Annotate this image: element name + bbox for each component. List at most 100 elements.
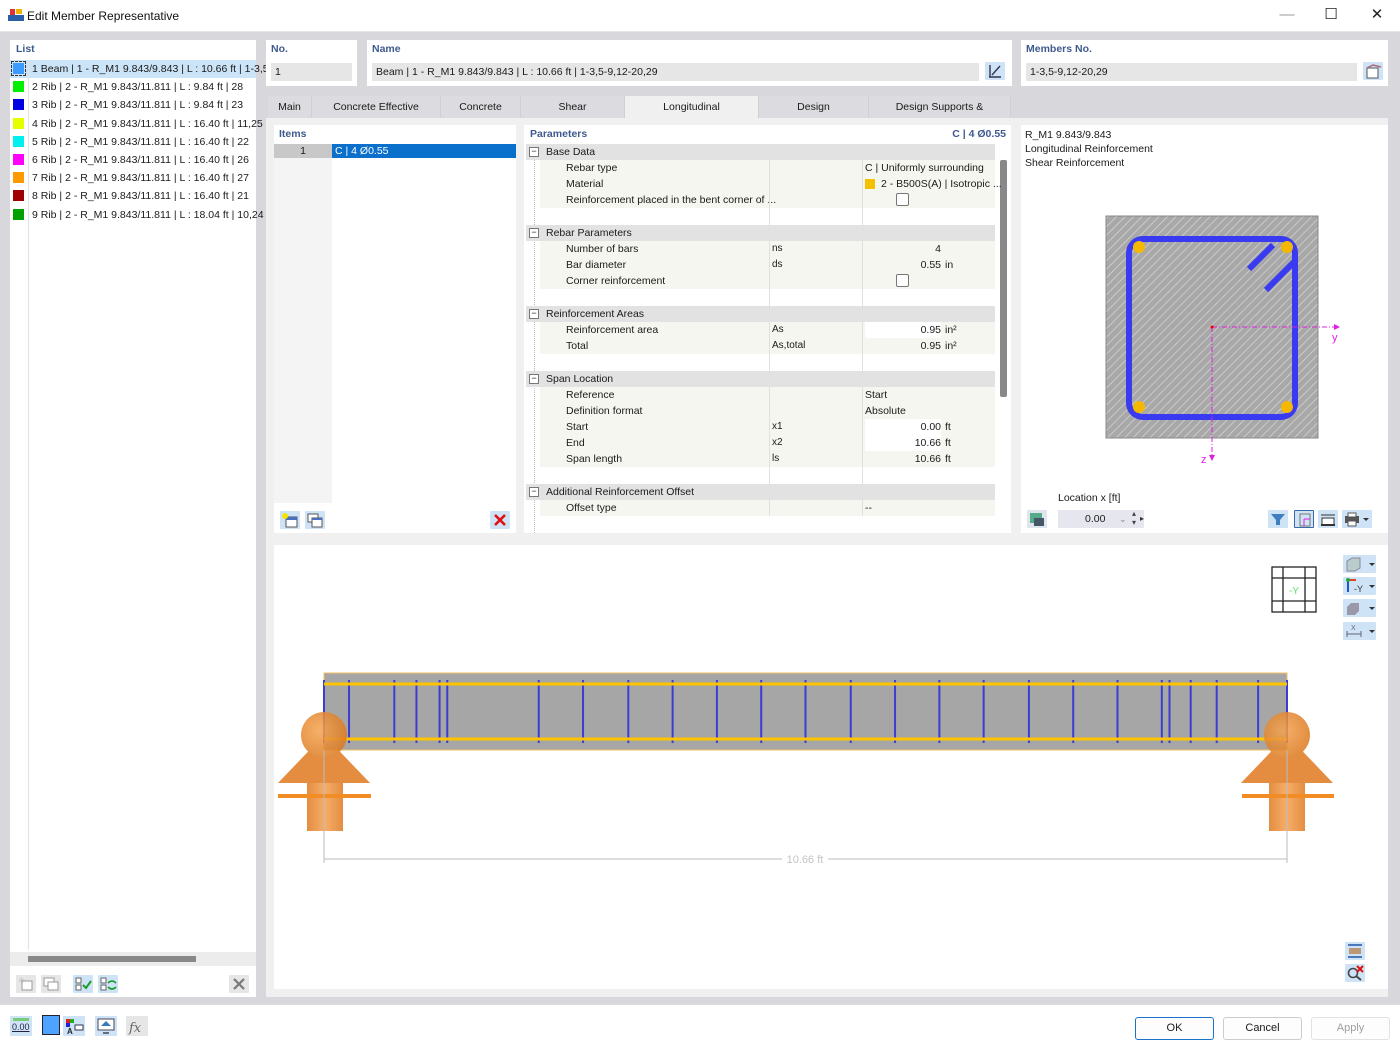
end-unit: ft [945,437,951,449]
row-rebar-type[interactable]: Rebar type C | Uniformly surrounding [540,160,995,177]
cancel-button[interactable]: Cancel [1223,1017,1302,1040]
material-value[interactable]: 2 - B500S(A) | Isotropic ... [881,176,1002,192]
units-label: 0.00 [12,1022,30,1032]
group-span-location[interactable]: − Span Location [526,371,995,387]
bar-diameter-value[interactable]: 0.55 [865,257,941,273]
view-direction-button[interactable]: -Y [1343,577,1376,595]
collapse-icon[interactable]: − [529,228,539,238]
row-reference[interactable]: Reference Start [540,387,995,404]
list-item[interactable]: 7 Rib | 2 - R_M1 9.843/11.811 | L : 16.4… [10,169,256,187]
location-next-icon[interactable]: ▸ [1140,510,1144,528]
offset-type-value[interactable]: -- [865,500,872,516]
check-all-button[interactable] [73,975,93,993]
list-item[interactable]: 8 Rib | 2 - R_M1 9.843/11.811 | L : 16.4… [10,187,256,205]
apply-button[interactable]: Apply [1311,1017,1390,1040]
list-item[interactable]: 1 Beam | 1 - R_M1 9.843/9.843 | L : 10.6… [10,60,269,79]
corner-reinforcement-checkbox[interactable] [896,274,909,287]
row-span-length[interactable]: Span length ls 10.66 ft [540,451,995,468]
section-view-button[interactable] [1027,510,1047,528]
row-offset-type[interactable]: Offset type -- [540,500,995,517]
row-start[interactable]: Start x1 0.00 ft [540,419,995,436]
row-bent-corner[interactable]: Reinforcement placed in the bent corner … [540,192,995,209]
new-rebar-button[interactable] [280,511,300,529]
list-item[interactable]: 4 Rib | 2 - R_M1 9.843/11.811 | L : 16.4… [10,115,263,133]
list-item[interactable]: 3 Rib | 2 - R_M1 9.843/11.811 | L : 9.84… [10,96,256,114]
group-title: Reinforcement Areas [546,308,645,320]
end-value[interactable]: 10.66 [865,435,941,451]
reference-value[interactable]: Start [865,387,887,403]
tab-design-supports-deflection[interactable]: Design Supports & Deflection [869,96,1011,135]
definition-format-value[interactable]: Absolute [865,403,906,419]
ok-button[interactable]: OK [1135,1017,1214,1040]
tab-design-configurations[interactable]: Design Configurations [759,96,869,135]
list-item[interactable]: 9 Rib | 2 - R_M1 9.843/11.811 | L : 18.0… [10,206,264,224]
bent-corner-checkbox[interactable] [896,193,909,206]
start-value[interactable]: 0.00 [865,419,941,435]
row-end[interactable]: End x2 10.66 ft [540,435,995,452]
copy-rebar-button[interactable] [305,511,325,529]
location-spinner-icon[interactable]: ▴ ▾ [1132,509,1136,527]
view-3d-button[interactable] [1343,555,1376,573]
tab-concrete-cover[interactable]: Concrete Cover [441,96,521,135]
row-material[interactable]: Material 2 - B500S(A) | Isotropic ... [540,176,1002,193]
show-axes-button[interactable] [1294,510,1314,528]
view-cube[interactable]: -Y [1271,566,1317,613]
scrollbar-thumb[interactable] [28,956,196,962]
delete-rebar-button[interactable] [490,511,510,529]
number-of-bars-value[interactable]: 4 [865,241,941,257]
edit-name-button[interactable] [985,62,1005,80]
reset-zoom-button[interactable] [1345,964,1365,982]
toggle-check-button[interactable] [98,975,118,993]
group-reinforcement-areas[interactable]: − Reinforcement Areas [526,306,995,322]
list-item[interactable]: 5 Rib | 2 - R_M1 9.843/11.811 | L : 16.4… [10,133,256,151]
select-members-button[interactable] [1363,62,1383,80]
dimension-display-button[interactable]: X [1343,622,1376,640]
display-properties-button[interactable]: A [63,1016,85,1036]
close-button[interactable]: ✕ [1354,4,1400,28]
view-settings-button[interactable] [1345,942,1365,960]
dimensions-button[interactable] [1318,510,1338,528]
collapse-icon[interactable]: − [529,147,539,157]
maximize-button[interactable]: ☐ [1308,4,1354,28]
no-field[interactable]: 1 [271,63,352,81]
delete-list-item-button[interactable] [229,975,249,993]
collapse-icon[interactable]: − [529,374,539,384]
horizontal-scrollbar[interactable] [10,952,256,966]
start-symbol: x1 [772,421,783,432]
collapse-icon[interactable]: − [529,487,539,497]
formula-button[interactable]: fx [126,1016,148,1036]
group-rebar-parameters[interactable]: − Rebar Parameters [526,225,995,241]
items-row[interactable]: 1 C | 4 Ø0.55 [274,144,516,158]
group-additional-offset[interactable]: − Additional Reinforcement Offset [526,484,995,500]
copy-item-button[interactable] [41,975,61,993]
row-corner-reinforcement[interactable]: Corner reinforcement [540,273,995,290]
color-button[interactable] [42,1015,60,1035]
row-bar-diameter[interactable]: Bar diameter ds 0.55 in [540,257,995,274]
location-input[interactable]: 0.00 ⌄ ▴ ▾ ▸ [1058,509,1144,528]
parameters-scrollbar-thumb[interactable] [1000,160,1007,397]
row-reinforcement-area[interactable]: Reinforcement area As 0.95 in² [540,322,995,339]
row-definition-format[interactable]: Definition format Absolute [540,403,995,420]
new-item-button[interactable]: ✳ [16,975,36,993]
units-button[interactable]: 0.00 [10,1016,32,1036]
tab-concrete-effective-lengths[interactable]: Concrete Effective Lengths [312,96,441,135]
row-total-area[interactable]: Total As,total 0.95 in² [540,338,995,355]
filter-button[interactable] [1268,510,1288,528]
rebar-type-value[interactable]: C | Uniformly surrounding [865,160,984,176]
list-item[interactable]: 6 Rib | 2 - R_M1 9.843/11.811 | L : 16.4… [10,151,256,169]
tab-longitudinal-reinforcement[interactable]: Longitudinal Reinforcement [625,96,759,135]
render-mode-button[interactable] [1343,599,1376,617]
view-button[interactable] [95,1016,117,1036]
name-field[interactable]: Beam | 1 - R_M1 9.843/9.843 | L : 10.66 … [372,63,979,81]
group-base-data[interactable]: − Base Data [526,144,995,160]
tab-main[interactable]: Main [268,96,312,118]
row-number-of-bars[interactable]: Number of bars ns 4 [540,241,995,258]
list-item-label: 8 Rib | 2 - R_M1 9.843/11.811 | L : 16.4… [32,190,249,203]
tab-shear-reinforcement[interactable]: Shear Reinforcement [521,96,625,135]
minimize-button[interactable]: — [1264,4,1310,28]
location-dropdown-icon[interactable]: ⌄ [1119,510,1127,528]
collapse-icon[interactable]: − [529,309,539,319]
print-button[interactable] [1342,510,1372,528]
list-item[interactable]: 2 Rib | 2 - R_M1 9.843/11.811 | L : 9.84… [10,78,256,96]
members-field[interactable]: 1-3,5-9,12-20,29 [1026,63,1357,81]
